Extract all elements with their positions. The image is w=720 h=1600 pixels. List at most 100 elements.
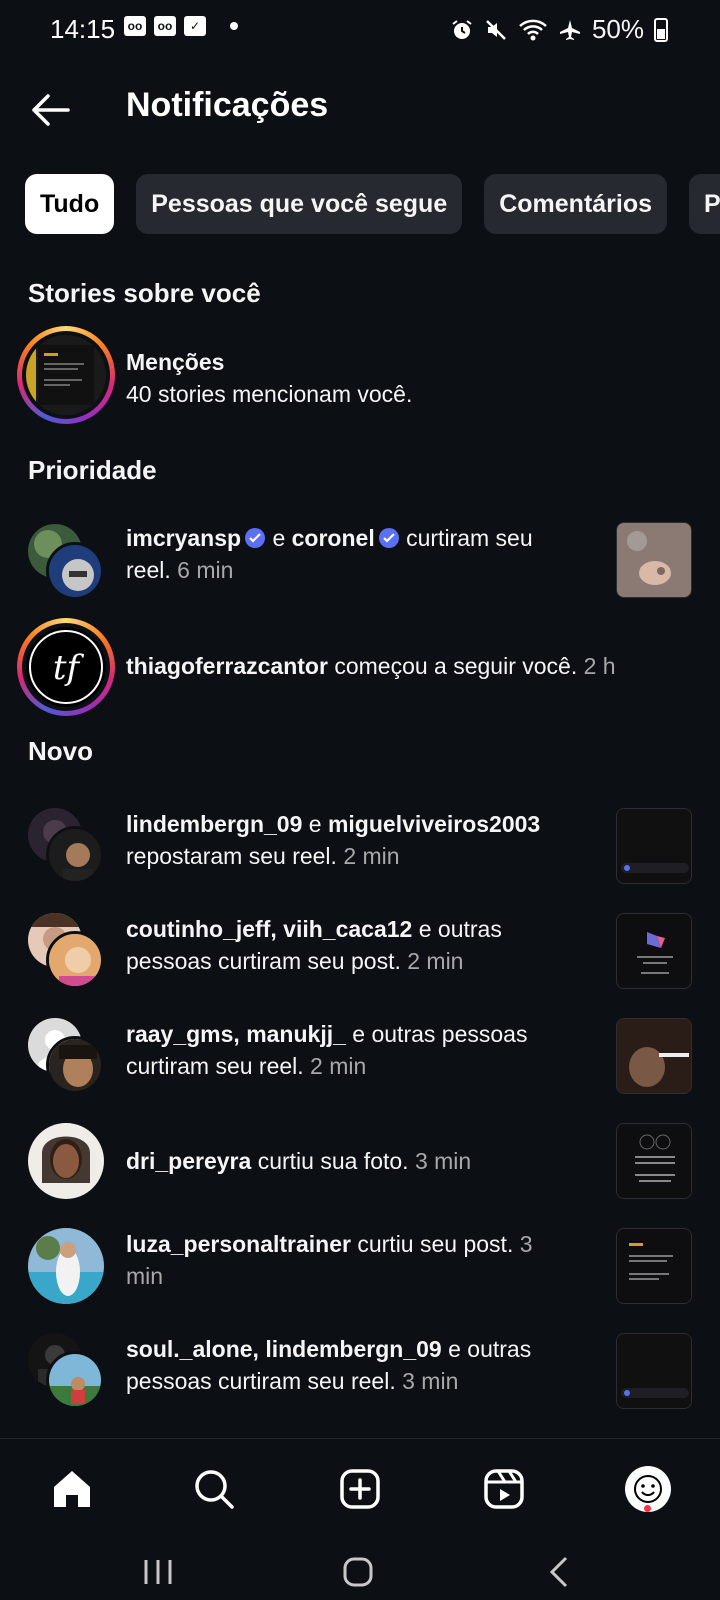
- username-link[interactable]: miguelviveiros2003: [328, 811, 540, 837]
- battery-percent: 50%: [591, 14, 644, 44]
- username-link[interactable]: coutinho_jeff, viih_caca12: [126, 916, 412, 942]
- notification-row[interactable]: tf thiagoferrazcantor começou a seguir v…: [0, 618, 720, 716]
- username-link[interactable]: imcryansp: [126, 525, 241, 551]
- create-tab[interactable]: [330, 1459, 390, 1519]
- section-new-heading: Novo: [28, 736, 93, 766]
- avatar-pair: [28, 1018, 104, 1094]
- status-time: 14:15: [50, 14, 116, 44]
- airplane-icon: [559, 19, 580, 40]
- section-priority-heading: Prioridade: [28, 455, 157, 485]
- text-conjunction: e: [266, 525, 292, 551]
- filter-chips: Tudo Pessoas que você segue Comentários …: [25, 174, 720, 234]
- notification-row[interactable]: imcryansp e coronel curtiram seu reel. 6…: [0, 522, 720, 602]
- bottom-tab-bar: [0, 1438, 720, 1543]
- story-ring: tf: [17, 618, 115, 716]
- voicemail-icon: oo: [124, 16, 146, 36]
- post-thumbnail[interactable]: [616, 1228, 692, 1304]
- mentions-row[interactable]: Menções 40 stories mencionam você.: [0, 326, 720, 424]
- timestamp: 6 min: [170, 557, 234, 583]
- mentions-subtitle: 40 stories mencionam você.: [126, 381, 413, 407]
- post-thumbnail[interactable]: [616, 1123, 692, 1199]
- timestamp: 2 min: [400, 948, 464, 974]
- avatar: [46, 542, 104, 600]
- avatar-pair: [28, 1333, 104, 1409]
- reels-icon: [484, 1469, 524, 1509]
- notification-text: dri_pereyra curtiu sua foto. 3 min: [126, 1145, 566, 1177]
- username-link[interactable]: lindembergn_09: [126, 811, 302, 837]
- post-thumbnail[interactable]: [616, 1018, 692, 1094]
- wifi-icon: [519, 19, 547, 40]
- post-thumbnail[interactable]: [616, 808, 692, 884]
- post-thumbnail[interactable]: [616, 1333, 692, 1409]
- notification-action: repostaram seu reel.: [126, 843, 337, 869]
- battery-icon: [654, 17, 668, 42]
- notification-row[interactable]: luza_personaltrainer curtiu seu post. 3 …: [0, 1228, 720, 1308]
- avatar: [46, 1036, 104, 1094]
- timestamp: 3 min: [408, 1148, 472, 1174]
- filter-chip-all[interactable]: Tudo: [25, 174, 115, 234]
- avatar: [28, 1228, 104, 1304]
- mentions-title: Menções: [126, 349, 225, 375]
- header: Notificações: [0, 70, 720, 150]
- mentions-thumbnail: [26, 335, 106, 415]
- more-notifications-dot: [230, 22, 238, 30]
- arrow-left-icon[interactable]: [28, 88, 72, 132]
- alarm-icon: [452, 19, 472, 39]
- recents-icon[interactable]: [138, 1554, 178, 1590]
- verified-badge-icon: [245, 528, 266, 548]
- notification-row[interactable]: dri_pereyra curtiu sua foto. 3 min: [0, 1123, 720, 1203]
- avatar: [46, 1351, 104, 1409]
- notification-text: imcryansp e coronel curtiram seu reel. 6…: [126, 522, 566, 586]
- search-icon: [195, 1470, 234, 1509]
- mute-icon: [486, 19, 506, 40]
- notification-text: luza_personaltrainer curtiu seu post. 3 …: [126, 1228, 566, 1292]
- notification-row[interactable]: soul._alone, lindembergn_09 e outras pes…: [0, 1333, 720, 1413]
- create-icon: [340, 1469, 380, 1509]
- voicemail-2-icon: oo: [154, 16, 176, 36]
- filter-chip-following[interactable]: Pessoas que você segue: [136, 174, 463, 234]
- avatar-pair: [28, 913, 104, 989]
- timestamp: 2 h: [577, 653, 616, 679]
- username-link[interactable]: soul._alone, lindembergn_09: [126, 1336, 442, 1362]
- status-bar: 14:15 oo oo ✓ 50%: [0, 0, 720, 58]
- notification-text: raay_gms, manukjj_ e outras pessoas curt…: [126, 1018, 566, 1082]
- search-tab[interactable]: [184, 1459, 244, 1519]
- home-tab[interactable]: [42, 1459, 102, 1519]
- notification-row[interactable]: coutinho_jeff, viih_caca12 e outras pess…: [0, 913, 720, 993]
- notification-action: começou a seguir você.: [327, 653, 578, 679]
- reels-tab[interactable]: [474, 1459, 534, 1519]
- page-title: Notificações: [126, 86, 329, 124]
- username-link[interactable]: luza_personaltrainer: [126, 1231, 351, 1257]
- home-circle-icon[interactable]: [338, 1554, 378, 1590]
- post-thumbnail[interactable]: [616, 522, 692, 598]
- filter-chip-comments[interactable]: Comentários: [484, 174, 668, 234]
- system-nav-bar: [0, 1542, 720, 1600]
- timestamp: 3 min: [395, 1368, 459, 1394]
- text-conjunction: e: [302, 811, 328, 837]
- username-link[interactable]: thiagoferrazcantor: [126, 653, 328, 679]
- username-link[interactable]: raay_gms, manukjj_: [126, 1021, 346, 1047]
- verified-badge-icon: [378, 528, 399, 548]
- username-link[interactable]: coronel: [292, 525, 375, 551]
- section-stories-heading: Stories sobre você: [28, 278, 261, 308]
- timestamp: 2 min: [336, 843, 400, 869]
- notification-text: soul._alone, lindembergn_09 e outras pes…: [126, 1333, 566, 1397]
- back-chevron-icon[interactable]: [540, 1554, 580, 1590]
- filter-chip-more[interactable]: Pr: [689, 174, 720, 234]
- timestamp: 2 min: [303, 1053, 367, 1079]
- avatar: [46, 826, 104, 884]
- notification-text: coutinho_jeff, viih_caca12 e outras pess…: [126, 913, 566, 977]
- avatar: [46, 931, 104, 989]
- notification-text: thiagoferrazcantor começou a seguir você…: [126, 650, 696, 682]
- notification-action: curtiu sua foto.: [251, 1148, 409, 1174]
- notification-action: curtiu seu post.: [350, 1231, 514, 1257]
- post-thumbnail[interactable]: [616, 913, 692, 989]
- checkbox-icon: ✓: [184, 16, 206, 36]
- home-icon: [54, 1471, 90, 1507]
- avatar-pair: [28, 808, 104, 884]
- notification-row[interactable]: lindembergn_09 e miguelviveiros2003 repo…: [0, 808, 720, 888]
- username-link[interactable]: dri_pereyra: [126, 1148, 251, 1174]
- notification-row[interactable]: raay_gms, manukjj_ e outras pessoas curt…: [0, 1018, 720, 1098]
- avatar-pair: [28, 524, 104, 600]
- avatar: tf: [26, 627, 106, 707]
